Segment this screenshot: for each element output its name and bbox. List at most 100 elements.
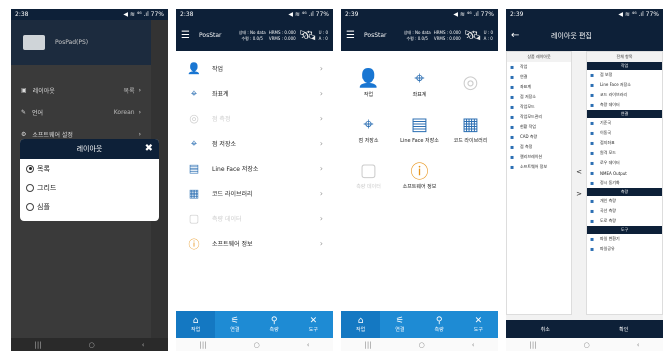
layout-item[interactable]: ▪ 좌표계: [507, 82, 571, 92]
home-circle-icon[interactable]: ○: [419, 341, 425, 349]
item-icon: ▪: [590, 207, 595, 215]
home-circle-icon[interactable]: ○: [584, 341, 590, 349]
back-icon[interactable]: ‹: [472, 341, 475, 349]
menu-icon[interactable]: ☰: [346, 30, 362, 41]
available-item[interactable]: ▪ 접지좌표: [587, 138, 662, 148]
recents-icon[interactable]: |||: [35, 341, 42, 349]
section-header: 연결: [587, 110, 662, 118]
system-nav-bar: ||| ○ ‹: [11, 338, 168, 351]
tab-survey[interactable]: ⚲ 측량: [255, 311, 294, 338]
layout-option-simple[interactable]: 심플: [20, 197, 159, 216]
tab-job[interactable]: ⌂ 작업: [341, 311, 381, 338]
layout-item-label: 현황 작업: [520, 124, 536, 129]
back-icon[interactable]: ‹: [142, 341, 145, 349]
list-item-point-measure[interactable]: ◎ 점 측정 ›: [176, 106, 333, 131]
column-header: 상품 레이아웃: [507, 52, 571, 62]
available-item[interactable]: ▪ 측량 데이터: [587, 100, 662, 110]
cancel-button[interactable]: 취소: [506, 320, 585, 338]
layout-item[interactable]: ▪ 작업: [507, 62, 571, 72]
layout-option-list[interactable]: 목록: [20, 159, 159, 178]
tab-connect[interactable]: ⚟ 연결: [380, 311, 419, 338]
tab-tools[interactable]: ✕ 도구: [459, 311, 498, 338]
grid-item-coordinate[interactable]: ⌖ 좌표계: [394, 59, 445, 105]
grid-item-point-measure[interactable]: ◎: [445, 59, 496, 105]
available-item[interactable]: ▪ Line Face 저장소: [587, 80, 662, 90]
available-item[interactable]: ▪ 로우 데이터: [587, 158, 662, 168]
tab-connect[interactable]: ⚟ 연결: [215, 311, 254, 338]
list-item-software-info[interactable]: ⓘ 소프트웨어 정보 ›: [176, 231, 333, 256]
grid-item-job[interactable]: 👤 작업: [343, 59, 394, 105]
satellite-icon[interactable]: 🛰: [464, 28, 482, 44]
available-item[interactable]: ▪ 곡선 측량: [587, 206, 662, 216]
drawer-item-language[interactable]: ✎ 언어 Korean ›: [11, 101, 151, 123]
list-item-code-library[interactable]: ▦ 코드 라이브러리 ›: [176, 181, 333, 206]
close-icon[interactable]: ✖: [145, 143, 153, 154]
list-item-point-storage[interactable]: ⌖ 점 저장소 ›: [176, 131, 333, 156]
coordinate-icon: ⌖: [414, 68, 425, 89]
layout-item[interactable]: ▪ 소프트웨어 정보: [507, 162, 571, 172]
back-arrow-icon[interactable]: ←: [511, 30, 551, 41]
layout-item[interactable]: ▪ 점 측정: [507, 142, 571, 152]
list-item-survey-data[interactable]: ▢ 측량 데이터 ›: [176, 206, 333, 231]
available-item[interactable]: ▪ 정시 동기화: [587, 178, 662, 188]
layout-item[interactable]: ▪ 점 저장소: [507, 92, 571, 102]
available-item[interactable]: ▪ NMEA Output: [587, 168, 662, 178]
available-item[interactable]: ▪ 점 보정: [587, 70, 662, 80]
grid-item-point-storage[interactable]: ⌖ 점 저장소: [343, 105, 394, 151]
available-item-label: 원격 모드: [600, 150, 616, 155]
radio-selected-icon: [26, 164, 34, 173]
section-header: 작업: [587, 62, 662, 70]
confirm-button[interactable]: 확인: [585, 320, 664, 338]
section-header: 측량: [587, 188, 662, 196]
available-item[interactable]: ▪ 이동국: [587, 128, 662, 138]
grid-item-software-info[interactable]: ⓘ 소프트웨어 정보: [394, 151, 445, 197]
layout-item[interactable]: ▪ 캘리브레이션: [507, 152, 571, 162]
grid-item-line-face[interactable]: ▤ Line Face 저장소: [394, 105, 445, 151]
available-item[interactable]: ▪ 개인 측량: [587, 196, 662, 206]
menu-icon[interactable]: ☰: [181, 30, 197, 41]
back-icon[interactable]: ‹: [637, 341, 640, 349]
layout-item[interactable]: ▪ 연결: [507, 72, 571, 82]
tab-tools[interactable]: ✕ 도구: [294, 311, 333, 338]
available-item-label: NMEA Output: [600, 170, 627, 176]
layout-item[interactable]: ▪ 작업모드: [507, 102, 571, 112]
available-item[interactable]: ▪ 원격 모드: [587, 148, 662, 158]
layout-option-grid[interactable]: 그리드: [20, 178, 159, 197]
layout-item-label: 좌표계: [520, 84, 532, 89]
item-icon: ▪: [590, 159, 595, 167]
tab-job[interactable]: ⌂ 작업: [176, 311, 216, 338]
available-item[interactable]: ▪ 기준국: [587, 118, 662, 128]
list-item-coordinate[interactable]: ⌖ 좌표계 ›: [176, 81, 333, 106]
grid-item-survey-data[interactable]: ▢ 측량 데이터: [343, 151, 394, 197]
available-item[interactable]: ▪ 파일공유: [587, 244, 662, 254]
home-circle-icon[interactable]: ○: [254, 341, 260, 349]
home-icon: ⌂: [192, 316, 199, 326]
sat-line: U : 0: [318, 29, 328, 35]
drawer-item-layout[interactable]: ▣ 레이아웃 목록 ›: [11, 79, 151, 101]
list-item-line-face[interactable]: ▤ Line Face 저장소 ›: [176, 156, 333, 181]
move-right-button[interactable]: >: [576, 190, 582, 198]
home-circle-icon[interactable]: ○: [89, 341, 95, 349]
available-item[interactable]: ▪ 도로 측량: [587, 216, 662, 226]
tab-survey[interactable]: ⚲ 측량: [420, 311, 459, 338]
radio-icon: [26, 202, 34, 211]
back-icon[interactable]: ‹: [307, 341, 310, 349]
layout-item-label: CAD 측량: [520, 134, 538, 139]
layout-item[interactable]: ▪ 작업모드관리: [507, 112, 571, 122]
recents-icon[interactable]: |||: [365, 341, 372, 349]
section-header: 도구: [587, 226, 662, 234]
list-item-job[interactable]: 👤 작업 ›: [176, 56, 333, 81]
recents-icon[interactable]: |||: [200, 341, 207, 349]
available-item[interactable]: ▪ 코드 라이브러리: [587, 90, 662, 100]
item-icon: ▪: [590, 101, 595, 109]
available-item[interactable]: ▪ 파일 변환기: [587, 234, 662, 244]
satellite-icon[interactable]: 🛰: [299, 28, 317, 44]
move-left-button[interactable]: <: [576, 168, 582, 176]
layout-item[interactable]: ▪ 현황 작업: [507, 122, 571, 132]
recents-icon[interactable]: |||: [530, 341, 537, 349]
layout-item-label: 캘리브레이션: [520, 154, 543, 159]
layout-item[interactable]: ▪ CAD 측량: [507, 132, 571, 142]
item-icon: ▪: [590, 197, 595, 205]
grid-item-code-library[interactable]: ▦ 코드 라이브러리: [445, 105, 496, 151]
sat-count: U : 0 A : 0: [319, 30, 328, 42]
